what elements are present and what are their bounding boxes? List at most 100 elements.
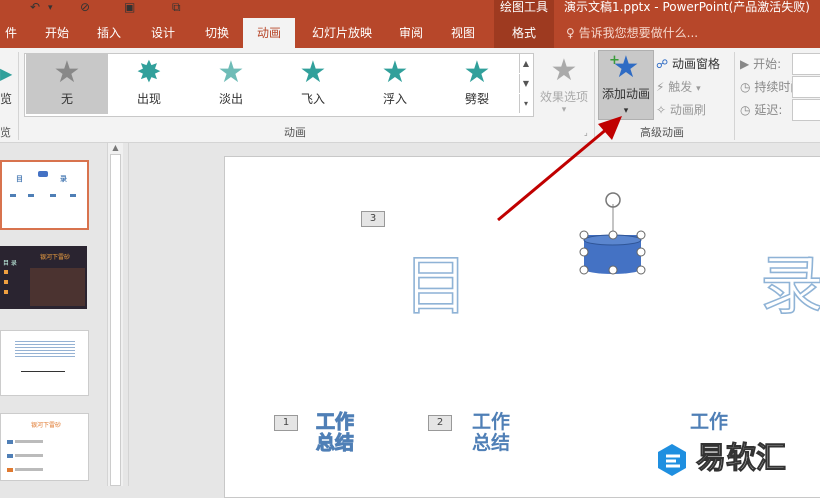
thumb-bullet	[4, 270, 8, 274]
thumb-bullet	[4, 290, 8, 294]
star-gray-icon: ★	[53, 55, 81, 90]
text-line: 总结	[472, 432, 511, 454]
animation-label: 出现	[136, 92, 161, 106]
slide-text-box-1[interactable]: 工作 总结	[315, 411, 355, 454]
star-effect-icon: ★	[550, 53, 578, 88]
star-fly-icon: ★	[299, 55, 327, 90]
trigger-label: 触发	[668, 80, 693, 94]
gallery-down-icon[interactable]: ▼	[519, 74, 532, 93]
animation-split[interactable]: ★ 劈裂	[448, 54, 506, 114]
thumb-title: 银河下雷砂	[31, 422, 62, 429]
effect-options-button[interactable]: ★ 效果选项 ▾	[536, 53, 592, 116]
slide-thumbnail-1[interactable]: 目 录	[0, 160, 89, 230]
tab-slideshow[interactable]: 幻灯片放映	[302, 18, 382, 48]
slide-thumbnail-2[interactable]: 银河下雷砂 目 录	[0, 246, 87, 309]
delay-label: ◷ 延迟:	[740, 101, 782, 118]
animation-label: 无	[60, 92, 73, 106]
animation-float-in[interactable]: ★ 浮入	[366, 54, 424, 114]
preview-icon[interactable]: ⧉	[172, 0, 181, 15]
animation-pane-label: 动画窗格	[671, 57, 720, 71]
text-line: 总结	[315, 432, 355, 454]
animation-group-label: 动画	[284, 126, 306, 139]
slide-text-box-3[interactable]: 工作	[690, 412, 728, 433]
thumb-mark	[28, 194, 34, 197]
group-separator	[734, 52, 735, 140]
tab-insert[interactable]: 插入	[88, 18, 130, 48]
thumb-bullet	[7, 440, 13, 444]
tab-animations[interactable]: 动画	[243, 18, 295, 48]
animation-label: 劈裂	[464, 92, 489, 106]
tab-format[interactable]: 格式	[494, 18, 554, 48]
duration-input[interactable]	[792, 76, 820, 98]
slide-title-char[interactable]: 录	[759, 251, 820, 323]
animation-pane-button[interactable]: ☍ 动画窗格	[656, 55, 720, 72]
start-dropdown[interactable]	[792, 53, 820, 75]
undo-dropdown-icon[interactable]: ▾	[48, 3, 53, 13]
painter-icon: ✧	[656, 103, 667, 117]
preview-label[interactable]: 览	[0, 90, 12, 107]
animation-tag-3[interactable]: 3	[361, 211, 385, 227]
thumbnail-scrollbar[interactable]: ▲	[107, 143, 123, 486]
tab-file[interactable]: 件	[0, 18, 22, 48]
clock-icon: ◷	[740, 80, 751, 94]
animation-fade[interactable]: ★ 淡出	[202, 54, 260, 114]
star-float-icon: ★	[381, 55, 409, 90]
thumb-title: 银河下雷砂	[40, 254, 71, 261]
tell-me-text: 告诉我您想要做什么...	[578, 26, 699, 40]
thumb-mark	[10, 194, 16, 197]
animation-label: 淡出	[218, 92, 243, 106]
text-line: 工作	[472, 411, 511, 433]
animation-fly-in[interactable]: ★ 飞入	[284, 54, 342, 114]
animation-tag-1[interactable]: 1	[274, 415, 298, 431]
slide-thumbnail-4[interactable]: 银河下雷砂	[0, 413, 89, 481]
tab-transitions[interactable]: 切换	[194, 18, 240, 48]
animation-pane-icon: ☍	[656, 57, 669, 71]
preview-group-label: 览	[0, 126, 11, 139]
tab-design[interactable]: 设计	[140, 18, 186, 48]
star-burst-icon: ✸	[136, 55, 162, 90]
star-split-icon: ★	[463, 55, 491, 90]
redo-icon[interactable]: ⊘	[80, 0, 90, 14]
thumb-title-left: 目	[16, 175, 23, 183]
delay-input[interactable]	[792, 99, 820, 121]
advanced-animation-group-label: 高级动画	[640, 126, 684, 139]
thumb-text	[15, 468, 43, 471]
start-label: ▶ 开始:	[740, 55, 781, 72]
animation-none[interactable]: ★ 无	[26, 54, 108, 114]
thumb-bullet	[4, 280, 8, 284]
thumb-text	[15, 454, 43, 457]
animation-label: 浮入	[382, 92, 407, 106]
undo-icon[interactable]: ↶	[30, 0, 40, 14]
thumb-mark	[70, 194, 76, 197]
thumb-heading: 目 录	[3, 260, 17, 267]
slide-text-box-2[interactable]: 工作 总结	[472, 412, 510, 454]
tab-home[interactable]: 开始	[36, 18, 78, 48]
plus-icon: +	[609, 53, 620, 68]
scroll-thumb[interactable]	[110, 154, 121, 486]
thumb-line	[21, 371, 65, 372]
tell-me-box[interactable]: ♀ 告诉我您想要做什么...	[566, 18, 698, 48]
trigger-button[interactable]: ⚡ 触发 ▾	[656, 78, 701, 95]
tab-view[interactable]: 视图	[440, 18, 486, 48]
group-separator	[18, 52, 19, 140]
annotation-arrow	[497, 116, 622, 222]
preview-icon[interactable]: ▶	[0, 64, 12, 88]
thumb-text	[15, 440, 43, 443]
scroll-up-icon[interactable]: ▲	[108, 143, 123, 152]
pane-divider[interactable]	[128, 143, 129, 486]
thumb-bullet	[7, 468, 13, 472]
slide-title-char[interactable]: 目	[403, 251, 469, 323]
animation-painter-button[interactable]: ✧ 动画刷	[656, 101, 706, 118]
play-icon: ▶	[740, 57, 750, 71]
tab-review[interactable]: 审阅	[388, 18, 434, 48]
start-text: 开始:	[753, 57, 782, 71]
watermark-logo-icon	[658, 444, 686, 476]
animation-tag-2[interactable]: 2	[428, 415, 452, 431]
gallery-up-icon[interactable]: ▲	[519, 54, 532, 73]
slide-thumbnail-3[interactable]	[0, 330, 89, 396]
present-icon[interactable]: ▣	[124, 0, 135, 14]
lightbulb-icon: ♀	[566, 26, 575, 40]
star-add-icon: ★	[612, 50, 640, 85]
animation-appear[interactable]: ✸ 出现	[120, 54, 178, 114]
animation-label: 飞入	[300, 92, 325, 106]
